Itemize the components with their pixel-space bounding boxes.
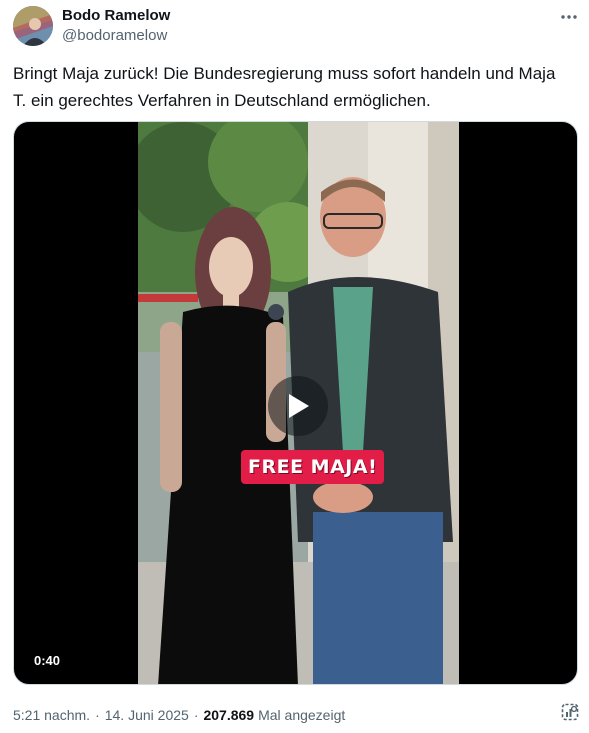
author-name[interactable]: Bodo Ramelow: [62, 7, 170, 24]
tweet-card: Bodo Ramelow @bodoramelow Bringt Maja zu…: [0, 0, 589, 733]
video-caption-sticker: FREE MAJA!: [241, 450, 385, 484]
play-icon: [289, 394, 309, 418]
tweet-date[interactable]: 14. Juni 2025: [105, 707, 189, 723]
separator: ·: [95, 707, 100, 723]
video-player[interactable]: FREE MAJA! 0:40: [13, 121, 578, 685]
separator: ·: [193, 707, 199, 723]
tweet-meta: 5:21 nachm. · 14. Juni 2025 · 207.869 Ma…: [13, 705, 345, 725]
video-duration: 0:40: [28, 650, 67, 672]
more-button[interactable]: [554, 5, 584, 29]
tweet-text: Bringt Maja zurück! Die Bundesregierung …: [13, 64, 556, 110]
play-button[interactable]: [268, 376, 328, 436]
avatar[interactable]: [13, 6, 53, 46]
tweet-time[interactable]: 5:21 nachm.: [13, 707, 90, 723]
views-count: 207.869: [203, 707, 255, 723]
analytics-icon: [561, 703, 579, 721]
views-label: Mal angezeigt: [258, 707, 346, 723]
more-horizontal-icon: [561, 15, 577, 19]
author-handle[interactable]: @bodoramelow: [62, 27, 167, 44]
analytics-button[interactable]: [558, 700, 582, 724]
